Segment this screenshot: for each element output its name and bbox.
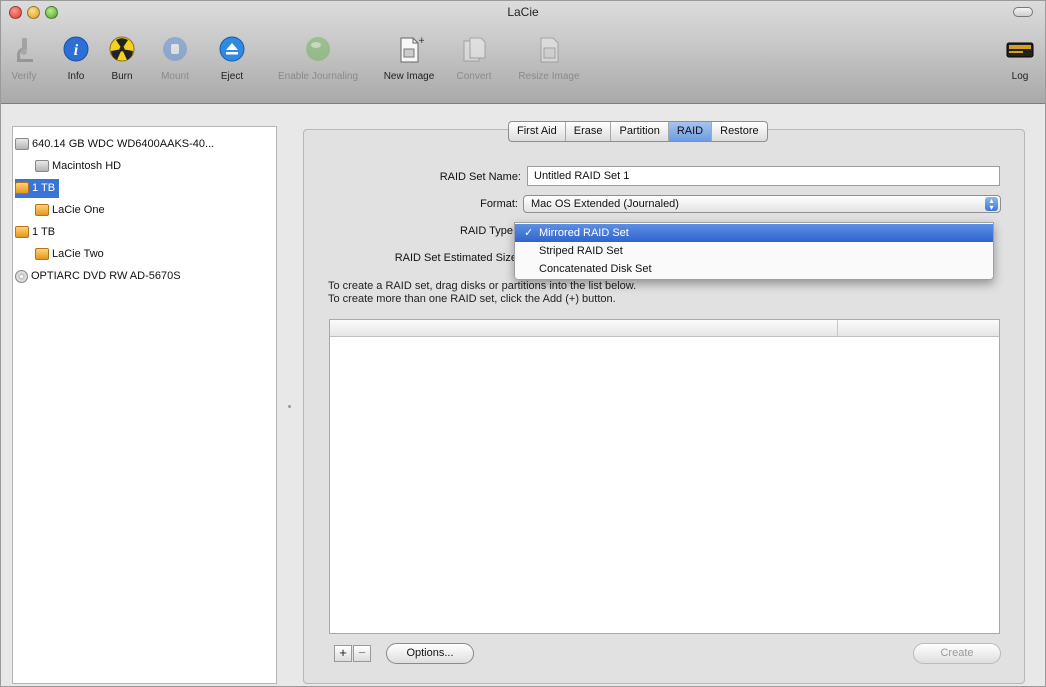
remove-raid-set-button[interactable]: − xyxy=(353,645,371,662)
new-image-label: New Image xyxy=(383,71,435,82)
menu-item-mirrored[interactable]: ✓ Mirrored RAID Set xyxy=(515,224,993,242)
volume-item-macintosh-hd[interactable]: Macintosh HD xyxy=(35,157,121,176)
burn-icon xyxy=(109,36,135,62)
disk-item-1tb[interactable]: 1 TB xyxy=(15,223,55,242)
raid-type-menu: ✓ Mirrored RAID Set Striped RAID Set Con… xyxy=(514,222,994,280)
add-raid-set-button[interactable]: + xyxy=(334,645,352,662)
tab-first-aid[interactable]: First Aid xyxy=(509,122,566,141)
format-value: Mac OS Extended (Journaled) xyxy=(531,198,679,210)
disk-item-label: 1 TB xyxy=(32,226,56,238)
info-icon: i xyxy=(63,36,89,62)
menu-item-label: Striped RAID Set xyxy=(539,245,623,257)
log-label: Log xyxy=(1011,71,1029,82)
hard-disk-icon xyxy=(15,138,29,151)
microscope-icon xyxy=(17,38,33,62)
menu-item-concatenated[interactable]: Concatenated Disk Set xyxy=(515,260,993,278)
instructions-line-1: To create a RAID set, drag disks or part… xyxy=(328,280,637,292)
disk-item-label: 640.14 GB WDC WD6400AAKS-40... xyxy=(32,138,215,150)
options-button[interactable]: Options... xyxy=(386,643,474,664)
journaling-icon xyxy=(306,37,330,61)
disk-list[interactable]: 640.14 GB WDC WD6400AAKS-40... Macintosh… xyxy=(12,126,277,684)
menu-item-label: Mirrored RAID Set xyxy=(539,227,629,239)
eject-label: Eject xyxy=(220,71,244,82)
create-button[interactable]: Create xyxy=(913,643,1001,664)
chevron-up-down-icon: ▴ ▾ xyxy=(985,197,998,212)
verify-button[interactable]: Verify xyxy=(7,35,41,82)
title-toolbar: LaCie Verify i Info Burn Mount Eject Ena… xyxy=(1,1,1045,104)
volume-item-label: LaCie One xyxy=(52,204,105,216)
column-divider[interactable] xyxy=(837,320,838,337)
raid-set-name-label: RAID Set Name: xyxy=(439,171,521,183)
resize-image-button[interactable]: Resize Image xyxy=(509,35,589,82)
format-label: Format: xyxy=(480,198,518,210)
svg-text:i: i xyxy=(74,42,79,59)
tab-partition[interactable]: Partition xyxy=(611,122,669,141)
disk-utility-window: LaCie Verify i Info Burn Mount Eject Ena… xyxy=(0,0,1046,687)
checkmark-icon: ✓ xyxy=(524,227,534,239)
eject-icon xyxy=(219,36,245,62)
volume-item-lacie-one[interactable]: LaCie One xyxy=(35,201,105,220)
volume-icon xyxy=(35,160,49,173)
svg-text:+: + xyxy=(418,36,424,46)
mount-icon xyxy=(163,37,187,61)
log-button[interactable]: Log xyxy=(1003,35,1037,82)
tab-raid[interactable]: RAID xyxy=(668,122,713,141)
disk-item-1tb-selected[interactable]: 1 TB xyxy=(15,179,60,198)
volume-item-lacie-two[interactable]: LaCie Two xyxy=(35,245,104,264)
info-label: Info xyxy=(67,71,85,82)
external-volume-icon xyxy=(35,248,49,261)
new-image-button[interactable]: + New Image xyxy=(377,35,441,82)
resize-image-icon xyxy=(540,37,559,63)
table-header xyxy=(330,320,999,337)
window-title: LaCie xyxy=(507,5,539,19)
raid-members-table[interactable] xyxy=(329,319,1000,634)
raid-instructions: To create a RAID set, drag disks or part… xyxy=(328,280,636,306)
raid-estimated-size-label: RAID Set Estimated Size xyxy=(394,252,517,264)
external-disk-icon xyxy=(15,226,29,239)
burn-button[interactable]: Burn xyxy=(106,35,138,82)
raid-type-label: RAID Type xyxy=(460,225,513,237)
disk-item-wdc[interactable]: 640.14 GB WDC WD6400AAKS-40... xyxy=(15,135,214,154)
external-disk-icon xyxy=(15,182,29,195)
info-button[interactable]: i Info xyxy=(61,35,91,82)
disk-item-optiarc[interactable]: OPTIARC DVD RW AD-5670S xyxy=(15,267,181,286)
disk-item-label: OPTIARC DVD RW AD-5670S xyxy=(31,270,181,282)
instructions-line-2: To create more than one RAID set, click … xyxy=(328,293,616,305)
external-volume-icon xyxy=(35,204,49,217)
format-popup[interactable]: Mac OS Extended (Journaled) ▴ ▾ xyxy=(523,195,1001,213)
log-icon xyxy=(1006,42,1034,58)
tab-bar: First Aid Erase Partition RAID Restore xyxy=(508,121,768,142)
menu-item-label: Concatenated Disk Set xyxy=(539,263,652,275)
optical-drive-icon xyxy=(15,269,28,283)
toolbar-toggle-button[interactable] xyxy=(1013,7,1033,17)
convert-button[interactable]: Convert xyxy=(452,35,496,82)
raid-set-name-field[interactable]: Untitled RAID Set 1 xyxy=(527,166,1000,186)
volume-item-label: Macintosh HD xyxy=(52,160,122,172)
disk-item-label: 1 TB xyxy=(32,182,56,194)
convert-label: Convert xyxy=(456,71,492,82)
mount-button[interactable]: Mount xyxy=(158,35,192,82)
volume-item-label: LaCie Two xyxy=(52,248,104,260)
tab-erase[interactable]: Erase xyxy=(566,122,612,141)
resize-image-label: Resize Image xyxy=(518,71,580,82)
convert-icon xyxy=(463,37,486,62)
verify-label: Verify xyxy=(11,71,37,82)
burn-label: Burn xyxy=(111,71,133,82)
menu-item-striped[interactable]: Striped RAID Set xyxy=(515,242,993,260)
tab-restore[interactable]: Restore xyxy=(712,122,767,141)
enable-journaling-label: Enable Journaling xyxy=(277,71,359,82)
mount-label: Mount xyxy=(161,71,189,82)
new-image-icon: + xyxy=(400,36,424,63)
enable-journaling-button[interactable]: Enable Journaling xyxy=(263,35,373,82)
eject-button[interactable]: Eject xyxy=(217,35,247,82)
split-view-handle[interactable] xyxy=(288,405,291,408)
